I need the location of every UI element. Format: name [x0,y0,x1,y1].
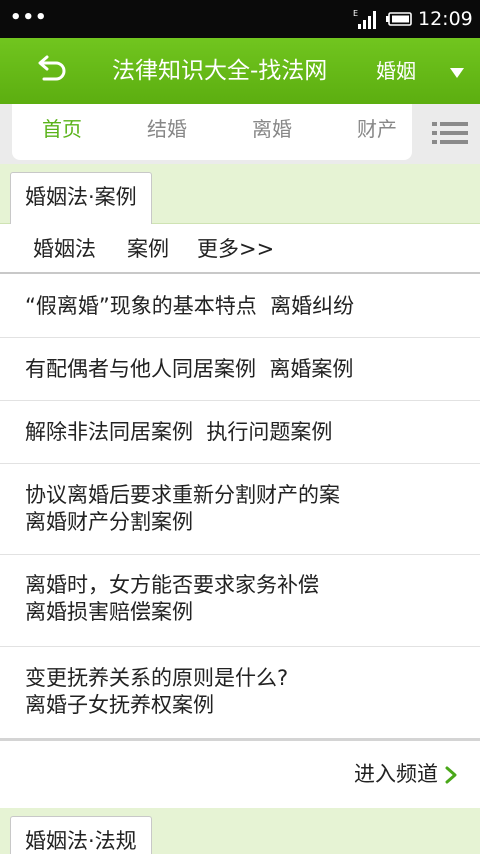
tab-home[interactable]: 首页 [42,116,82,142]
case-category: 离婚子女抚养权案例 [25,693,214,717]
link-cases[interactable]: 案例 [127,236,169,262]
enter-channel-row: 进入频道 [0,741,480,808]
tab-marriage[interactable]: 结婚 [147,116,187,142]
case-title: 解除非法同居案例 执行问题案例 [25,420,333,444]
tab-bar: 首页 结婚 离婚 财产 [0,104,480,164]
section-header-laws: 婚姻法·法规 [0,808,480,854]
section-links: 婚姻法 案例 更多>> [0,224,480,274]
category-selector[interactable]: 婚姻 [376,58,416,84]
notification-dots: ••• [10,7,48,28]
case-title: 有配偶者与他人同居案例 离婚案例 [25,357,354,381]
case-title: 离婚时，女方能否要求家务补偿 [25,573,319,597]
clock-time: 12:09 [418,8,473,30]
signal-bars-icon: E [353,9,376,29]
back-arrow-icon[interactable] [28,52,72,90]
status-bar: ••• E 12:09 [0,0,480,38]
list-item[interactable]: 有配偶者与他人同居案例 离婚案例 [0,338,480,401]
chevron-right-icon[interactable] [444,765,458,785]
link-more[interactable]: 更多>> [197,236,274,262]
tab-property[interactable]: 财产 [357,116,397,142]
case-category: 离婚损害赔偿案例 [25,600,193,624]
case-category: 离婚财产分割案例 [25,510,193,534]
list-item[interactable]: 离婚时，女方能否要求家务补偿 离婚损害赔偿案例 [0,555,480,647]
battery-icon [386,12,412,26]
enter-channel-link[interactable]: 进入频道 [354,761,438,787]
app-title: 法律知识大全-找法网 [112,58,328,84]
tabs-container: 首页 结婚 离婚 财产 [12,104,412,160]
case-title: 协议离婚后要求重新分割财产的案 [25,483,340,507]
svg-text:E: E [353,9,358,18]
case-title: 变更抚养关系的原则是什么? [25,666,289,690]
list-item[interactable]: 协议离婚后要求重新分割财产的案 离婚财产分割案例 [0,464,480,555]
section-tab-laws[interactable]: 婚姻法·法规 [10,816,152,854]
list-item[interactable]: 解除非法同居案例 执行问题案例 [0,401,480,464]
list-menu-icon[interactable] [432,120,468,146]
triangle-down-icon[interactable] [448,66,466,80]
tab-divorce[interactable]: 离婚 [252,116,292,142]
list-item[interactable]: 变更抚养关系的原则是什么? 离婚子女抚养权案例 [0,647,480,738]
case-title: “假离婚”现象的基本特点 离婚纠纷 [25,294,355,318]
list-item[interactable]: “假离婚”现象的基本特点 离婚纠纷 [0,276,480,338]
section-header-cases: 婚姻法·案例 [0,164,480,225]
section-tab-cases[interactable]: 婚姻法·案例 [10,172,152,225]
app-header: 法律知识大全-找法网 婚姻 [0,38,480,104]
link-marriage-law[interactable]: 婚姻法 [33,236,96,262]
